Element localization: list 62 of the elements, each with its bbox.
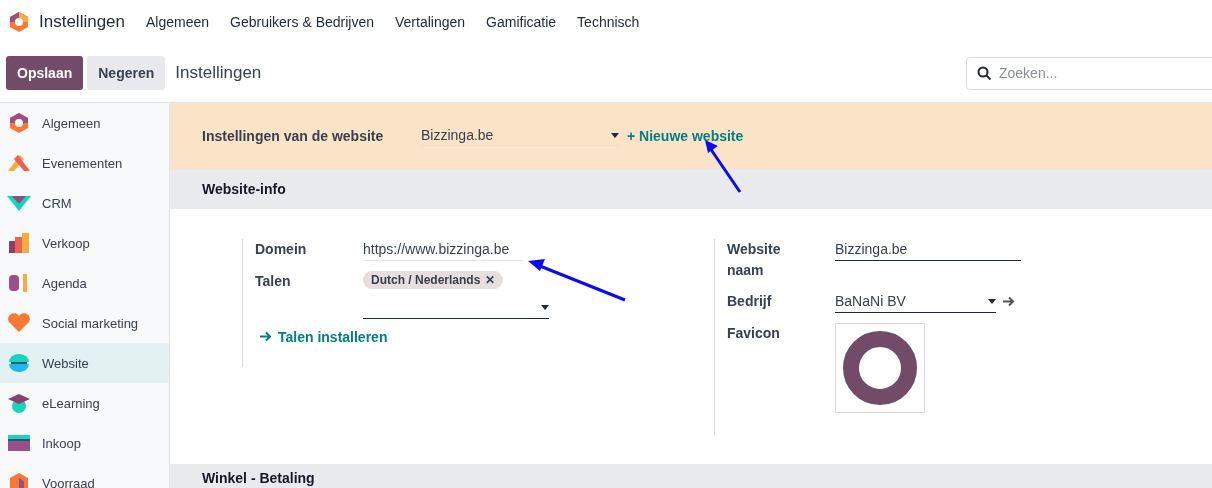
sidebar-label: CRM bbox=[42, 195, 72, 211]
card-icon bbox=[6, 434, 32, 452]
section-header: Website-info bbox=[170, 168, 1212, 209]
sidebar-label: Verkoop bbox=[42, 235, 90, 251]
breadcrumb: Instellingen bbox=[175, 63, 263, 83]
sidebar-label: Agenda bbox=[42, 275, 87, 291]
field-label: Bedrijf bbox=[727, 291, 773, 311]
discard-button[interactable]: Negeren bbox=[87, 56, 166, 90]
menu-item[interactable]: Vertalingen bbox=[395, 14, 466, 30]
menu-item[interactable]: Algemeen bbox=[146, 14, 210, 30]
sidebar-label: Evenementen bbox=[42, 155, 123, 171]
input-field[interactable]: Bizzinga.be bbox=[835, 238, 1021, 261]
arrow-right-icon[interactable] bbox=[1002, 296, 1015, 308]
sidebar-label: Algemeen bbox=[42, 115, 101, 131]
menu-item[interactable]: Gebruikers & Bedrijven bbox=[230, 14, 374, 30]
select-value: Bizzinga.be bbox=[421, 127, 494, 144]
sidebar-item[interactable]: eLearning bbox=[0, 383, 169, 423]
menu-item[interactable]: Gamificatie bbox=[486, 14, 557, 30]
bar-chart-icon bbox=[6, 232, 32, 254]
sidebar-item[interactable]: Verkoop bbox=[0, 223, 169, 263]
caret-icon[interactable] bbox=[541, 304, 549, 310]
field-label: Website naam bbox=[727, 239, 782, 280]
caret-icon[interactable] bbox=[611, 132, 619, 138]
sidebar-item[interactable]: Agenda bbox=[0, 263, 169, 303]
field-label: Favicon bbox=[727, 323, 781, 343]
ring-icon bbox=[842, 329, 918, 406]
menu-item[interactable]: Technisch bbox=[577, 14, 640, 30]
sidebar-item[interactable]: Evenementen bbox=[0, 143, 169, 183]
annotation-arrow bbox=[703, 139, 743, 195]
funnel-icon bbox=[6, 193, 32, 213]
heart-icon bbox=[6, 313, 32, 333]
input-field[interactable]: https://www.bizzinga.be bbox=[363, 238, 523, 261]
save-button[interactable]: Opslaan bbox=[6, 56, 84, 90]
field-label: Domein bbox=[255, 239, 308, 259]
sidebar-label: Website bbox=[42, 355, 89, 371]
favicon-image[interactable] bbox=[835, 322, 925, 413]
search-icon bbox=[977, 65, 992, 81]
new-website-link[interactable]: + Nieuwe website bbox=[627, 127, 744, 144]
sidebar-item[interactable]: Social marketing bbox=[0, 303, 169, 343]
logo-icon[interactable] bbox=[8, 11, 30, 33]
caret-icon[interactable] bbox=[988, 298, 996, 304]
install-languages-link[interactable]: Talen installeren bbox=[259, 328, 714, 345]
sidebar-label: eLearning bbox=[42, 395, 100, 411]
website-select[interactable]: Bizzinga.be bbox=[421, 125, 619, 147]
app-title: Instellingen bbox=[39, 12, 125, 32]
sidebar-item[interactable]: Algemeen bbox=[0, 103, 169, 143]
field-label: Instellingen van de website bbox=[202, 127, 385, 144]
section-header: Winkel - Betaling bbox=[170, 464, 1212, 488]
arrow-right-icon bbox=[259, 331, 272, 343]
sidebar-label: Voorraad bbox=[42, 475, 95, 488]
sidebar-item[interactable]: Voorraad bbox=[0, 463, 169, 488]
sidebar-item[interactable]: CRM bbox=[0, 183, 169, 223]
sidebar-item[interactable]: Website bbox=[0, 343, 169, 383]
search-field[interactable]: Zoeken... bbox=[966, 56, 1212, 90]
graduation-cap-icon bbox=[6, 392, 32, 414]
select-field[interactable]: BaNaNi BV bbox=[835, 290, 996, 313]
remove-tag-icon[interactable]: ✕ bbox=[485, 272, 496, 287]
sidebar-item[interactable]: Inkoop bbox=[0, 423, 169, 463]
tag-label: Dutch / Nederlands bbox=[371, 272, 481, 287]
sidebar-label: Social marketing bbox=[42, 315, 139, 331]
sidebar-label: Inkoop bbox=[42, 435, 82, 451]
field-label: Talen bbox=[255, 271, 292, 291]
